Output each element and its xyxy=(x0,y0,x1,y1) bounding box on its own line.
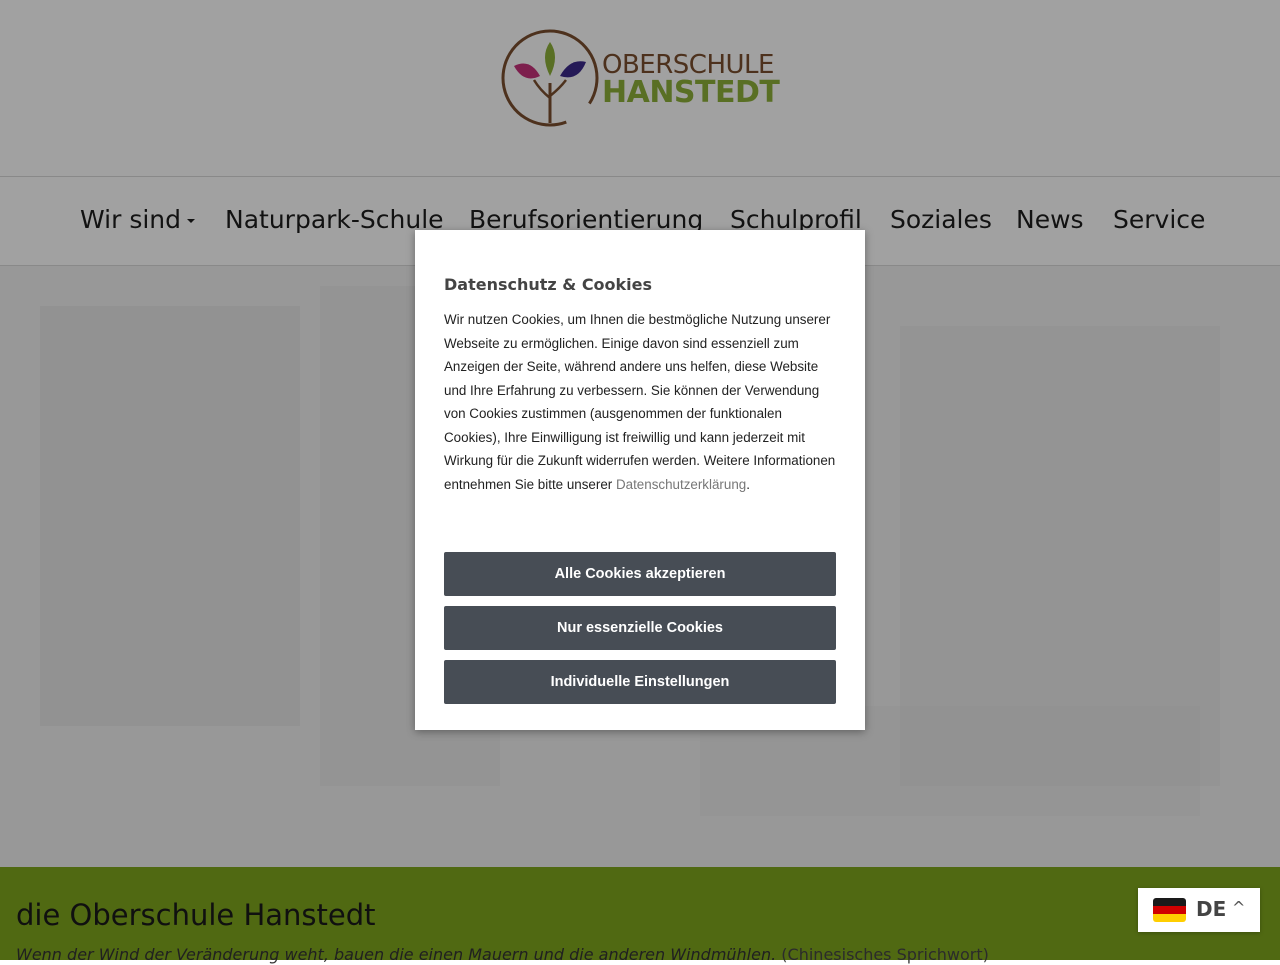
accept-all-cookies-button[interactable]: Alle Cookies akzeptieren xyxy=(444,552,836,596)
germany-flag-icon xyxy=(1153,898,1186,922)
dialog-title: Datenschutz & Cookies xyxy=(444,275,653,294)
language-code: DE xyxy=(1196,897,1227,921)
individual-settings-button[interactable]: Individuelle Einstellungen xyxy=(444,660,836,704)
privacy-policy-link[interactable]: Datenschutzerklärung xyxy=(616,477,746,492)
dialog-text-end: . xyxy=(746,476,750,492)
cookie-consent-dialog: Datenschutz & Cookies Wir nutzen Cookies… xyxy=(415,230,865,730)
essential-cookies-button[interactable]: Nur essenzielle Cookies xyxy=(444,606,836,650)
language-switcher[interactable]: DE ^ xyxy=(1138,888,1260,932)
dialog-text: Wir nutzen Cookies, um Ihnen die bestmög… xyxy=(444,308,836,496)
dialog-body-text: Wir nutzen Cookies, um Ihnen die bestmög… xyxy=(444,312,836,492)
chevron-up-icon: ^ xyxy=(1232,898,1246,917)
